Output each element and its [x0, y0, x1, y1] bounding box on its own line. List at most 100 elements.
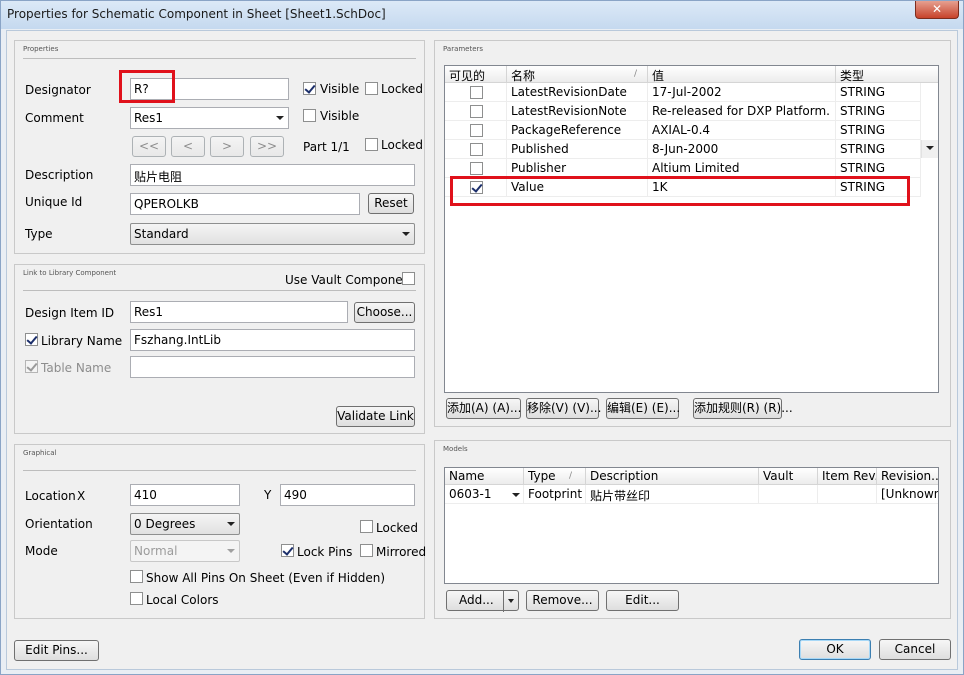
parameter-visible-checkbox[interactable]	[470, 105, 483, 118]
parameter-type-cell: STRING	[836, 159, 921, 178]
param-remove-button[interactable]: 移除(V) (V)...	[526, 398, 601, 419]
location-label: Location	[25, 489, 76, 503]
parameter-value-cell: 8-Jun-2000	[648, 140, 836, 159]
parameter-visible-checkbox[interactable]	[470, 181, 483, 194]
parameter-row[interactable]: Published 8-Jun-2000 STRING	[445, 140, 921, 159]
col-model-name[interactable]: Name	[445, 468, 524, 485]
parameter-row[interactable]: Publisher Altium Limited STRING	[445, 159, 921, 178]
location-y-input[interactable]: 490	[280, 484, 415, 506]
designator-locked-checkbox[interactable]	[365, 82, 378, 95]
unique-id-input[interactable]: QPEROLKB	[130, 193, 360, 215]
graphical-group: Graphical Location X 410 Y 490 Orientati…	[14, 444, 426, 619]
type-combo[interactable]: Standard	[130, 223, 415, 245]
parameters-table: 可见的 名称 / 值 类型 LatestRevisionDate 17-Jul-2…	[444, 65, 939, 393]
col-type[interactable]: 类型	[836, 66, 938, 83]
param-add-button[interactable]: 添加(A) (A)...	[446, 398, 521, 419]
model-edit-button[interactable]: Edit...	[606, 590, 679, 611]
parameter-visible-checkbox[interactable]	[470, 143, 483, 156]
parameter-visible-cell	[445, 178, 507, 197]
properties-group-title: Properties	[23, 45, 59, 53]
designator-visible-label: Visible	[320, 82, 360, 96]
parameter-name-cell: LatestRevisionNote	[507, 102, 648, 121]
chevron-down-icon	[276, 116, 284, 120]
designator-input[interactable]: R?	[130, 78, 289, 100]
model-vault-cell	[759, 485, 818, 504]
parameter-row[interactable]: Value 1K STRING	[445, 178, 921, 197]
part-prev-button[interactable]: <	[171, 136, 205, 157]
model-row[interactable]: 0603-1 Footprint 贴片带丝印 [Unknown]	[445, 485, 938, 504]
col-model-revision[interactable]: Revision...	[877, 468, 938, 485]
lock-pins-label: Lock Pins	[297, 545, 353, 559]
model-remove-button[interactable]: Remove...	[526, 590, 599, 611]
reset-button[interactable]: Reset	[368, 193, 414, 214]
col-value[interactable]: 值	[648, 66, 836, 83]
models-group-title: Models	[443, 445, 468, 453]
table-name-input[interactable]	[130, 356, 415, 378]
graphical-group-title: Graphical	[23, 449, 57, 457]
location-x-input[interactable]: 410	[130, 484, 240, 506]
description-input[interactable]: 贴片电阻	[130, 164, 415, 186]
show-all-pins-checkbox[interactable]	[130, 570, 143, 583]
col-model-type[interactable]: Type	[524, 468, 586, 485]
parameter-value-cell: Altium Limited	[648, 159, 836, 178]
mode-value: Normal	[134, 544, 178, 558]
models-table: Name Type / Description Vault Item Rev..…	[444, 467, 939, 584]
parameters-group: Parameters 可见的 名称 / 值 类型 LatestRevisionD…	[434, 40, 951, 427]
validate-link-button[interactable]: Validate Link	[336, 406, 415, 427]
library-name-checkbox[interactable]	[25, 333, 38, 346]
table-name-label: Table Name	[41, 361, 112, 375]
part-first-button[interactable]: <<	[132, 136, 166, 157]
model-revision-cell: [Unknown]	[881, 487, 938, 501]
chevron-down-icon[interactable]	[508, 599, 514, 603]
type-value: Standard	[134, 227, 189, 241]
choose-button[interactable]: Choose...	[354, 302, 415, 323]
col-model-description[interactable]: Description	[586, 468, 759, 485]
parameter-row[interactable]: LatestRevisionDate 17-Jul-2002 STRING	[445, 83, 921, 102]
col-model-vault[interactable]: Vault	[759, 468, 818, 485]
mode-combo[interactable]: Normal	[130, 540, 240, 562]
param-add-rule-button[interactable]: 添加规则(R) (R)...	[693, 398, 793, 419]
orientation-combo[interactable]: 0 Degrees	[130, 513, 240, 535]
chevron-down-icon[interactable]	[512, 493, 520, 497]
comment-combo[interactable]: Res1	[130, 107, 289, 129]
chevron-down-icon	[926, 146, 934, 150]
mirrored-checkbox[interactable]	[360, 544, 373, 557]
parameter-row[interactable]: PackageReference AXIAL-0.4 STRING	[445, 121, 921, 140]
part-next-button[interactable]: >	[210, 136, 244, 157]
use-vault-checkbox[interactable]	[402, 272, 415, 285]
design-item-label: Design Item ID	[25, 306, 115, 320]
lock-pins-checkbox[interactable]	[281, 544, 294, 557]
design-item-input[interactable]: Res1	[130, 301, 348, 323]
parameter-visible-checkbox[interactable]	[470, 124, 483, 137]
col-visible[interactable]: 可见的	[445, 66, 507, 83]
sort-indicator-icon: /	[634, 69, 638, 79]
properties-dialog: Properties for Schematic Component in Sh…	[0, 0, 964, 675]
ok-button[interactable]: OK	[799, 639, 871, 660]
cancel-button[interactable]: Cancel	[879, 639, 951, 660]
graphical-locked-checkbox[interactable]	[360, 520, 373, 533]
edit-pins-button[interactable]: Edit Pins...	[14, 640, 99, 661]
model-name-cell[interactable]: 0603-1	[445, 485, 524, 504]
library-name-input[interactable]: Fszhang.IntLib	[130, 329, 415, 351]
parameters-scrollbar[interactable]	[921, 140, 938, 158]
designator-visible-checkbox[interactable]	[303, 82, 316, 95]
close-icon[interactable]: ✕	[915, 1, 959, 19]
col-name[interactable]: 名称	[507, 66, 648, 83]
parameter-row[interactable]: LatestRevisionNote Re-released for DXP Pl…	[445, 102, 921, 121]
part-last-button[interactable]: >>	[250, 136, 284, 157]
graphical-locked-label: Locked	[376, 521, 418, 535]
param-edit-button[interactable]: 编辑(E) (E)...	[606, 398, 680, 419]
comment-visible-checkbox[interactable]	[303, 109, 316, 122]
properties-group: Properties Designator R? Visible Locked …	[14, 40, 425, 254]
col-model-item-rev[interactable]: Item Rev...	[818, 468, 877, 485]
parameter-type-cell: STRING	[836, 140, 921, 159]
table-name-checkbox[interactable]	[25, 360, 38, 373]
part-locked-checkbox[interactable]	[365, 138, 378, 151]
parameter-visible-checkbox[interactable]	[470, 162, 483, 175]
orientation-label: Orientation	[25, 517, 93, 531]
description-label: Description	[25, 168, 94, 182]
model-add-button[interactable]: Add...	[446, 590, 519, 612]
show-all-pins-label: Show All Pins On Sheet (Even if Hidden)	[146, 571, 386, 585]
local-colors-checkbox[interactable]	[130, 592, 143, 605]
parameter-visible-checkbox[interactable]	[470, 86, 483, 99]
